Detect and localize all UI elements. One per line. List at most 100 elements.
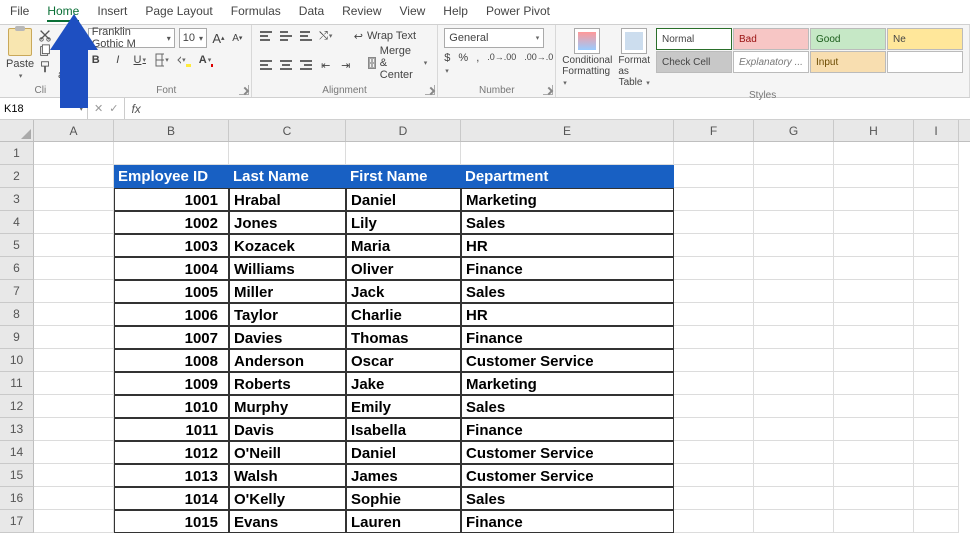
- cell-H12[interactable]: [834, 395, 914, 418]
- align-bottom-icon[interactable]: [298, 28, 314, 44]
- decrease-indent-icon[interactable]: ⇤: [318, 57, 334, 73]
- cell-A8[interactable]: [34, 303, 114, 326]
- style-normal[interactable]: Normal: [656, 28, 732, 50]
- cell-I16[interactable]: [914, 487, 959, 510]
- cell-A13[interactable]: [34, 418, 114, 441]
- menu-page-layout[interactable]: Page Layout: [145, 4, 212, 22]
- format-as-table-button[interactable]: Format as Table ▾: [618, 28, 650, 88]
- cell-H17[interactable]: [834, 510, 914, 533]
- cell-B17[interactable]: 1015: [114, 510, 229, 533]
- column-header-C[interactable]: C: [229, 120, 346, 141]
- cell-F5[interactable]: [674, 234, 754, 257]
- cell-H9[interactable]: [834, 326, 914, 349]
- italic-button[interactable]: I: [110, 52, 126, 68]
- cell-E17[interactable]: Finance: [461, 510, 674, 533]
- style-check-cell[interactable]: Check Cell: [656, 51, 732, 73]
- cell-D13[interactable]: Isabella: [346, 418, 461, 441]
- cell-E15[interactable]: Customer Service: [461, 464, 674, 487]
- cell-G15[interactable]: [754, 464, 834, 487]
- cell-C3[interactable]: Hrabal: [229, 188, 346, 211]
- cell-E2[interactable]: Department: [461, 165, 674, 188]
- cell-F14[interactable]: [674, 441, 754, 464]
- cell-C16[interactable]: O'Kelly: [229, 487, 346, 510]
- cell-A17[interactable]: [34, 510, 114, 533]
- cell-G17[interactable]: [754, 510, 834, 533]
- cut-icon[interactable]: [38, 28, 52, 42]
- cell-B1[interactable]: [114, 142, 229, 165]
- cell-A12[interactable]: [34, 395, 114, 418]
- align-top-icon[interactable]: [258, 28, 274, 44]
- cell-G11[interactable]: [754, 372, 834, 395]
- cell-I9[interactable]: [914, 326, 959, 349]
- style-bad[interactable]: Bad: [733, 28, 809, 50]
- cell-F8[interactable]: [674, 303, 754, 326]
- cell-D17[interactable]: Lauren: [346, 510, 461, 533]
- row-header[interactable]: 11: [0, 372, 34, 395]
- menu-formulas[interactable]: Formulas: [231, 4, 281, 22]
- fill-color-icon[interactable]: ▾: [176, 52, 192, 68]
- cell-A11[interactable]: [34, 372, 114, 395]
- cell-B15[interactable]: 1013: [114, 464, 229, 487]
- cell-G12[interactable]: [754, 395, 834, 418]
- row-header[interactable]: 17: [0, 510, 34, 533]
- cell-F4[interactable]: [674, 211, 754, 234]
- cell-B6[interactable]: 1004: [114, 257, 229, 280]
- cell-H4[interactable]: [834, 211, 914, 234]
- conditional-formatting-button[interactable]: Conditional Formatting ▾: [562, 28, 612, 88]
- cell-H2[interactable]: [834, 165, 914, 188]
- cell-E6[interactable]: Finance: [461, 257, 674, 280]
- cell-B7[interactable]: 1005: [114, 280, 229, 303]
- menu-view[interactable]: View: [400, 4, 426, 22]
- dialog-launcher-icon[interactable]: [239, 85, 249, 95]
- cell-A10[interactable]: [34, 349, 114, 372]
- cell-B4[interactable]: 1002: [114, 211, 229, 234]
- cell-G7[interactable]: [754, 280, 834, 303]
- align-center-icon[interactable]: [278, 57, 294, 73]
- cell-D14[interactable]: Daniel: [346, 441, 461, 464]
- cell-G16[interactable]: [754, 487, 834, 510]
- cell-A16[interactable]: [34, 487, 114, 510]
- cell-G13[interactable]: [754, 418, 834, 441]
- cell-C13[interactable]: Davis: [229, 418, 346, 441]
- cell-I7[interactable]: [914, 280, 959, 303]
- cell-F1[interactable]: [674, 142, 754, 165]
- cell-C6[interactable]: Williams: [229, 257, 346, 280]
- cell-H10[interactable]: [834, 349, 914, 372]
- cell-I8[interactable]: [914, 303, 959, 326]
- font-size-combo[interactable]: 10▾: [179, 28, 207, 48]
- cell-C14[interactable]: O'Neill: [229, 441, 346, 464]
- column-header-A[interactable]: A: [34, 120, 114, 141]
- cell-F13[interactable]: [674, 418, 754, 441]
- row-header[interactable]: 7: [0, 280, 34, 303]
- cell-F16[interactable]: [674, 487, 754, 510]
- select-all-corner[interactable]: [0, 120, 34, 141]
- cell-D12[interactable]: Emily: [346, 395, 461, 418]
- cell-A2[interactable]: [34, 165, 114, 188]
- row-header[interactable]: 9: [0, 326, 34, 349]
- cell-A14[interactable]: [34, 441, 114, 464]
- column-header-H[interactable]: H: [834, 120, 914, 141]
- decrease-decimal-icon[interactable]: .00→.0: [524, 52, 553, 76]
- wrap-text-button[interactable]: ↩ Wrap Text: [350, 28, 420, 44]
- cell-E14[interactable]: Customer Service: [461, 441, 674, 464]
- cancel-formula-icon[interactable]: ✕: [94, 102, 103, 115]
- cell-C4[interactable]: Jones: [229, 211, 346, 234]
- increase-indent-icon[interactable]: ⇥: [338, 57, 354, 73]
- cell-E13[interactable]: Finance: [461, 418, 674, 441]
- comma-format-icon[interactable]: ,: [476, 52, 479, 76]
- number-format-combo[interactable]: General▾: [444, 28, 544, 48]
- row-header[interactable]: 3: [0, 188, 34, 211]
- format-painter-icon[interactable]: [38, 60, 52, 74]
- cell-E10[interactable]: Customer Service: [461, 349, 674, 372]
- dialog-launcher-icon[interactable]: [543, 85, 553, 95]
- cell-A4[interactable]: [34, 211, 114, 234]
- cell-A15[interactable]: [34, 464, 114, 487]
- style-neutral[interactable]: Ne: [887, 28, 963, 50]
- row-header[interactable]: 1: [0, 142, 34, 165]
- cell-I5[interactable]: [914, 234, 959, 257]
- cell-D16[interactable]: Sophie: [346, 487, 461, 510]
- cell-H16[interactable]: [834, 487, 914, 510]
- cell-C15[interactable]: Walsh: [229, 464, 346, 487]
- cell-D5[interactable]: Maria: [346, 234, 461, 257]
- cell-C11[interactable]: Roberts: [229, 372, 346, 395]
